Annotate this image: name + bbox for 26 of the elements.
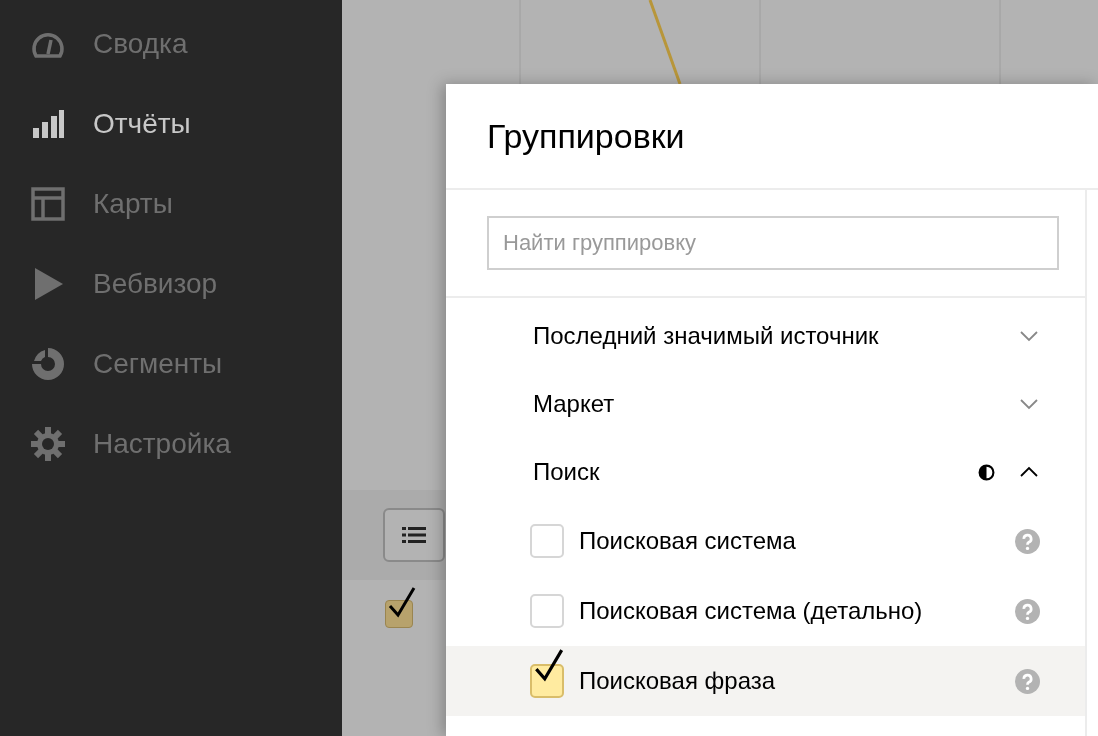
group-label: Последний значимый источник [533,322,880,350]
help-icon[interactable] [1015,598,1040,624]
grouping-option[interactable]: Поисковая фраза [446,646,1085,716]
group-row[interactable]: Поиск [446,438,1085,506]
group-row[interactable]: Последний значимый источник [446,302,1085,370]
option-label: Поисковая фраза [579,667,777,695]
help-icon[interactable] [1015,668,1040,694]
checkmark-icon [387,586,417,620]
settings-icon [30,426,66,462]
grouping-option[interactable]: Поисковая система [446,506,1085,576]
layout-icon [30,186,66,222]
option-label: Поисковая система [579,527,797,555]
nav-item[interactable]: Отчёты [0,84,342,164]
group-row[interactable]: Маркет [446,370,1085,438]
checkbox[interactable] [530,664,564,698]
group-label: Поиск [533,458,601,486]
group-label: Маркет [533,390,616,418]
option-label: Поисковая система (детально) [579,597,924,625]
list-view-button[interactable] [383,508,445,562]
list-icon [402,526,426,544]
checkmark-icon [533,648,565,684]
ring-chart-icon [30,346,66,382]
dialog-title: Группировки [487,116,685,156]
help-icon[interactable] [1015,528,1040,554]
grouping-option[interactable]: Поисковая система (детально) [446,576,1085,646]
search-field[interactable]: Найти группировку [487,216,1059,270]
